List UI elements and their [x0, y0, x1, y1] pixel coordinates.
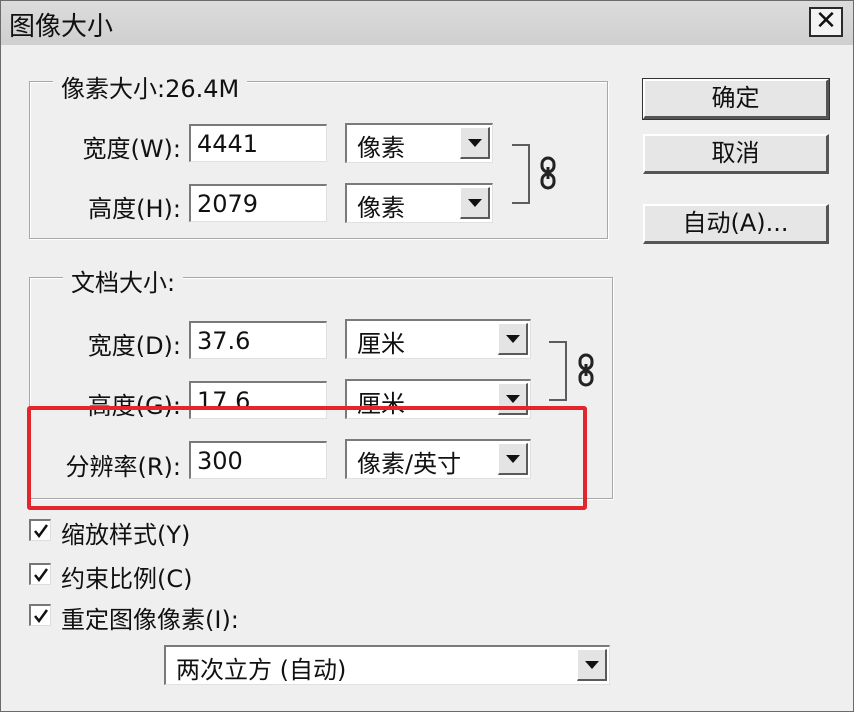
checkmark-icon: [34, 568, 49, 583]
close-icon: ✕: [815, 6, 837, 36]
resample-image-checkbox[interactable]: [29, 604, 51, 626]
dropdown-arrow-icon[interactable]: [577, 649, 607, 681]
chain-link-icon: [578, 353, 594, 387]
doc-width-unit-select[interactable]: 厘米: [345, 319, 531, 359]
pixel-dimensions-legend: 像素大小:26.4M: [53, 69, 248, 104]
pixel-height-unit-select[interactable]: 像素: [345, 183, 493, 223]
resample-method-select[interactable]: 两次立方 (自动): [164, 645, 610, 685]
close-button[interactable]: ✕: [809, 7, 843, 37]
doc-width-input[interactable]: [189, 321, 327, 359]
auto-button[interactable]: 自动(A)...: [643, 204, 829, 244]
pixel-width-unit-select[interactable]: 像素: [345, 123, 493, 163]
pixel-link-bracket: [512, 144, 530, 204]
pixel-width-label: 宽度(W):: [82, 135, 181, 163]
resample-method-value: 两次立方 (自动): [176, 656, 347, 684]
doc-width-unit-value: 厘米: [357, 330, 405, 358]
pixel-width-input[interactable]: [189, 124, 327, 162]
checkmark-icon: [34, 609, 49, 624]
pixel-width-unit-value: 像素: [357, 134, 405, 162]
image-size-dialog: 图像大小 ✕ 像素大小:26.4M 宽度(W): 像素 高度(H): 像素 确定…: [0, 0, 854, 712]
dropdown-arrow-icon[interactable]: [498, 323, 528, 355]
document-link-bracket: [549, 341, 567, 401]
ok-button[interactable]: 确定: [642, 78, 830, 120]
resolution-highlight-box: [27, 406, 587, 510]
checkmark-icon: [34, 524, 49, 539]
title-bar[interactable]: 图像大小 ✕: [1, 1, 853, 45]
scale-styles-label[interactable]: 缩放样式(Y): [61, 515, 190, 550]
dialog-title: 图像大小: [9, 12, 114, 42]
dropdown-arrow-icon[interactable]: [460, 187, 490, 219]
pixel-height-unit-value: 像素: [357, 194, 405, 222]
resample-image-label[interactable]: 重定图像像素(I):: [61, 600, 239, 635]
scale-styles-checkbox[interactable]: [29, 519, 51, 541]
cancel-button[interactable]: 取消: [643, 134, 829, 174]
doc-width-label: 宽度(D):: [87, 332, 181, 360]
document-size-legend: 文档大小:: [63, 263, 184, 298]
pixel-height-input[interactable]: [189, 184, 327, 222]
chain-link-icon: [540, 156, 556, 190]
constrain-proportions-checkbox[interactable]: [29, 563, 51, 585]
pixel-height-label: 高度(H):: [88, 195, 181, 223]
constrain-proportions-label[interactable]: 约束比例(C): [61, 559, 192, 594]
dropdown-arrow-icon[interactable]: [460, 127, 490, 159]
